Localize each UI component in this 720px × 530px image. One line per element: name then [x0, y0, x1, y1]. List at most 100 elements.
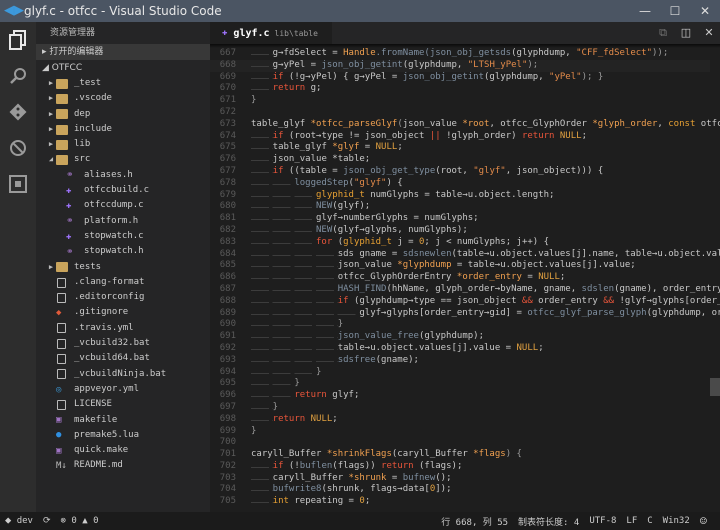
project-section[interactable]: ◢ OTFCC	[36, 60, 210, 76]
code-token: (glyphdump, order_entry, options);	[646, 307, 720, 318]
code-token: "yPel"	[549, 71, 582, 82]
cursor-position[interactable]: 行 668, 列 55	[441, 515, 508, 528]
platform[interactable]: Win32	[663, 516, 690, 526]
line-number: 680	[219, 201, 236, 212]
code-line: 680 NEW (glyf);	[210, 201, 710, 214]
code-line: 676 json_value *table;	[210, 154, 710, 166]
file-tree-item[interactable]: ▶ _test	[36, 76, 210, 91]
debug-icon[interactable]	[0, 130, 36, 166]
code-token: return	[381, 460, 414, 471]
file-tree-item[interactable]: _vcbuild64.bat	[36, 351, 210, 366]
file-tree-item[interactable]: ▶ include	[36, 122, 210, 137]
code-token: =	[386, 472, 403, 483]
indent-guide	[251, 213, 317, 225]
indent-guide	[251, 177, 295, 190]
editor-scrollbar-thumb[interactable]	[710, 378, 720, 396]
language-mode[interactable]: C	[647, 516, 652, 526]
code-line: 694}	[210, 366, 710, 379]
indent-guide	[251, 165, 273, 178]
file-tree-item[interactable]: ▶ tests	[36, 260, 210, 275]
file-tree-item[interactable]: .editorconfig	[36, 290, 210, 305]
code-token: numGlyphs = table→u.object.length;	[364, 189, 555, 200]
file-tree-item[interactable]: LICENSE	[36, 397, 210, 412]
encoding[interactable]: UTF-8	[589, 516, 616, 526]
file-tree-item[interactable]: ⚭ platform.h	[36, 214, 210, 229]
file-name: premake5.lua	[74, 429, 140, 440]
file-tree-item[interactable]: ▣ makefile	[36, 413, 210, 428]
open-changes-icon[interactable]: ⧉	[655, 25, 671, 41]
search-icon[interactable]	[0, 58, 36, 94]
code-token: "LTSH_yPel"	[467, 59, 528, 70]
file-tree-item[interactable]: ◆ .gitignore	[36, 305, 210, 320]
code-token: (glyphdump);	[418, 331, 484, 342]
file-tree-item[interactable]: ◢ src	[36, 152, 210, 167]
indent-guide	[251, 59, 273, 72]
file-tree-item[interactable]: M↓ README.md	[36, 458, 210, 473]
git-icon[interactable]	[0, 94, 36, 130]
file-file-icon	[57, 323, 66, 334]
code-token: table_glyf	[251, 118, 311, 129]
file-tree-item[interactable]: ◎ appveyor.yml	[36, 382, 210, 397]
file-tree-item[interactable]: ✚ otfccdump.c	[36, 198, 210, 213]
file-tree-item[interactable]: ▶ lib	[36, 137, 210, 152]
minimize-button[interactable]: —	[630, 0, 660, 22]
code-token: NULL	[305, 413, 333, 424]
file-tree-item[interactable]: _vcbuild32.bat	[36, 336, 210, 351]
code-token: otfcc_glyf_parse_glyph	[527, 307, 647, 318]
make-file-icon: ▣	[56, 415, 62, 426]
file-tree-item[interactable]: ✚ otfccbuild.c	[36, 183, 210, 198]
extensions-icon[interactable]	[0, 166, 36, 202]
c-file-icon: ✚	[66, 231, 72, 242]
tab-glyf-c[interactable]: ✚ glyf.c lib\table	[210, 22, 332, 44]
line-number: 676	[219, 154, 236, 165]
file-tree-item[interactable]: _vcbuildNinja.bat	[36, 367, 210, 382]
code-token: NEW	[316, 201, 333, 212]
code-token: j =	[391, 236, 419, 247]
code-token: if	[272, 165, 284, 176]
file-tree-item[interactable]: ▶ .vscode	[36, 91, 210, 106]
file-name: .gitignore	[74, 307, 129, 318]
code-token: return	[272, 83, 306, 94]
file-tree-item[interactable]: .travis.yml	[36, 321, 210, 336]
indent-guide	[251, 201, 317, 214]
file-tree-item[interactable]: ▶ dep	[36, 107, 210, 122]
code-token: NEW	[316, 224, 333, 235]
indent-guide	[251, 472, 273, 485]
open-editors-section[interactable]: ▸ 打开的编辑器	[36, 44, 210, 60]
file-tree-item[interactable]: ● premake5.lua	[36, 428, 210, 443]
sync-icon[interactable]: ⟳	[43, 516, 51, 526]
close-tab-icon[interactable]: ✕	[701, 25, 717, 41]
code-token: &&	[521, 295, 533, 306]
problems[interactable]: ⊗ 0 ▲ 0	[61, 516, 99, 526]
git-branch[interactable]: ⬥ dev	[5, 516, 33, 526]
maximize-button[interactable]: ☐	[660, 0, 690, 22]
file-name: otfccdump.c	[84, 200, 144, 211]
file-tree-item[interactable]: ⚭ aliases.h	[36, 168, 210, 183]
code-token: json_obj_get_type	[343, 165, 436, 176]
code-token: *glyf	[332, 142, 360, 153]
file-file-icon	[57, 292, 66, 303]
file-tree-item[interactable]: ⚭ stopwatch.h	[36, 244, 210, 259]
code-editor[interactable]: 667 g→fdSelect = Handle .fromName(json_obj…	[210, 44, 720, 512]
file-file-icon	[57, 369, 66, 380]
feedback-smiley-icon[interactable]: ☺	[700, 514, 707, 528]
file-tree-item[interactable]: .clang-format	[36, 275, 210, 290]
file-tree-item[interactable]: ✚ stopwatch.c	[36, 229, 210, 244]
explorer-icon[interactable]	[0, 22, 36, 58]
indent-guide	[251, 83, 273, 96]
indent-guide	[251, 130, 273, 143]
code-line: 697}	[210, 401, 710, 414]
code-token: (glyf→glyphs, numGlyphs);	[332, 224, 468, 235]
split-editor-icon[interactable]: ◫	[678, 25, 694, 41]
code-token: return	[272, 413, 306, 424]
code-token: HASH_FIND	[337, 283, 387, 294]
indent-guide	[251, 224, 317, 237]
code-line: 672	[210, 107, 710, 119]
close-window-button[interactable]: ✕	[690, 0, 720, 22]
code-line: 673 table_glyf *otfcc_parseGlyf(json_valu…	[210, 118, 720, 131]
tab-size[interactable]: 制表符长度: 4	[518, 515, 579, 528]
code-token: ((table =	[283, 165, 344, 176]
line-number: 688	[219, 295, 236, 306]
file-tree-item[interactable]: ▣ quick.make	[36, 443, 210, 458]
line-ending[interactable]: LF	[626, 516, 637, 526]
